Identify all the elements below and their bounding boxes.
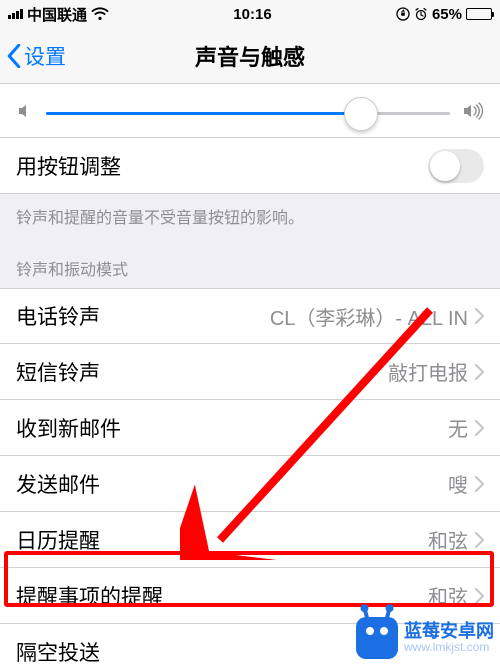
row-label: 提醒事项的提醒 — [16, 581, 163, 611]
row-label: 用按钮调整 — [16, 151, 121, 181]
row-value: 嗖 — [448, 469, 484, 498]
page-title: 声音与触感 — [0, 40, 500, 72]
nav-bar: 设置 声音与触感 — [0, 28, 500, 84]
battery-icon — [466, 8, 492, 20]
signal-bars-icon — [8, 9, 23, 19]
volume-slider-thumb[interactable] — [344, 97, 378, 131]
chevron-right-icon — [474, 532, 484, 548]
volume-high-icon — [462, 102, 484, 125]
chevron-right-icon — [474, 364, 484, 380]
row-value: 敲打电报 — [388, 357, 484, 386]
row-label: 隔空投送 — [16, 637, 100, 667]
row-label: 电话铃声 — [16, 301, 100, 331]
row-label: 收到新邮件 — [16, 413, 121, 443]
volume-low-icon — [16, 102, 34, 125]
status-bar: 中国联通 10:16 65% — [0, 0, 500, 28]
row-label: 短信铃声 — [16, 357, 100, 387]
toggle-knob — [430, 151, 460, 181]
chevron-right-icon — [474, 420, 484, 436]
row-calendar-alert[interactable]: 日历提醒 和弦 — [0, 512, 500, 568]
row-reminder-alert[interactable]: 提醒事项的提醒 和弦 — [0, 568, 500, 624]
rotation-lock-icon — [396, 7, 410, 21]
volume-slider-row — [0, 84, 500, 138]
screen: 中国联通 10:16 65% 设置 声音与触感 — [0, 0, 500, 667]
alarm-icon — [414, 7, 428, 21]
status-left: 中国联通 — [8, 4, 109, 25]
row-label: 发送邮件 — [16, 469, 100, 499]
row-value: CL（李彩琳）- ALL IN — [270, 302, 484, 331]
wifi-icon — [91, 7, 109, 21]
row-new-mail[interactable]: 收到新邮件 无 — [0, 400, 500, 456]
button-adjust-note: 铃声和提醒的音量不受音量按钮的影响。 — [0, 194, 500, 242]
row-airdrop[interactable]: 隔空投送 — [0, 624, 500, 667]
row-ringtone[interactable]: 电话铃声 CL（李彩琳）- ALL IN — [0, 288, 500, 344]
carrier-label: 中国联通 — [27, 4, 87, 25]
status-time: 10:16 — [233, 6, 271, 23]
back-button[interactable]: 设置 — [0, 41, 66, 71]
volume-slider[interactable] — [46, 112, 450, 115]
chevron-right-icon — [474, 308, 484, 324]
chevron-right-icon — [474, 476, 484, 492]
row-value: 和弦 — [428, 525, 484, 554]
chevron-right-icon — [474, 588, 484, 604]
status-right: 65% — [396, 6, 492, 23]
row-sent-mail[interactable]: 发送邮件 嗖 — [0, 456, 500, 512]
row-value: 无 — [448, 413, 484, 442]
row-value: 和弦 — [428, 581, 484, 610]
group-header-ring-vibrate: 铃声和振动模式 — [0, 242, 500, 288]
battery-pct-label: 65% — [432, 6, 462, 23]
toggle-button-adjust[interactable] — [428, 149, 484, 183]
chevron-left-icon — [6, 44, 22, 68]
row-button-adjust[interactable]: 用按钮调整 — [0, 138, 500, 194]
row-label: 日历提醒 — [16, 525, 100, 555]
row-text-tone[interactable]: 短信铃声 敲打电报 — [0, 344, 500, 400]
back-label: 设置 — [24, 41, 66, 71]
volume-slider-fill — [46, 112, 361, 115]
